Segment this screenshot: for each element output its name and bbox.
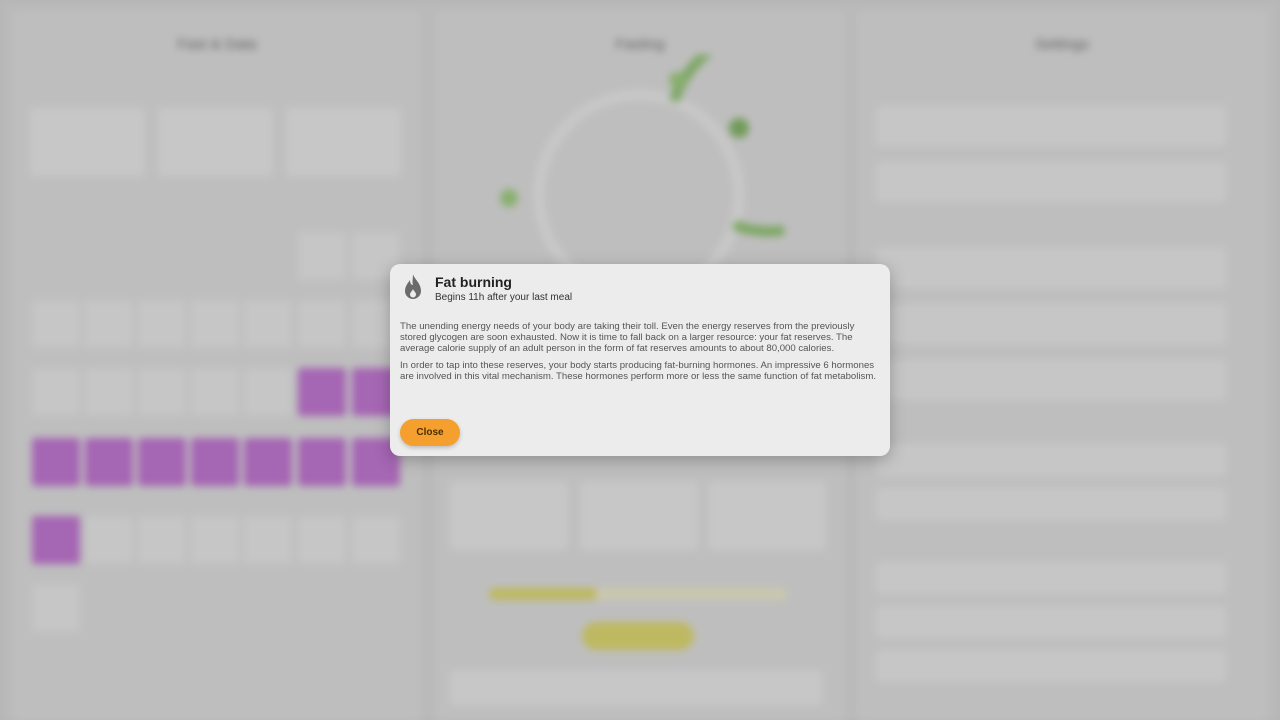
dialog-paragraph: In order to tap into these reserves, you… — [400, 360, 876, 382]
dialog-body: The unending energy needs of your body a… — [400, 321, 882, 388]
dialog-title: Fat burning — [435, 274, 512, 290]
dialog-paragraph: The unending energy needs of your body a… — [400, 321, 855, 354]
flame-icon — [405, 274, 421, 299]
dialog-subtitle: Begins 11h after your last meal — [435, 292, 573, 303]
fat-burning-dialog: Fat burning Begins 11h after your last m… — [390, 264, 890, 456]
close-button[interactable]: Close — [400, 419, 460, 446]
